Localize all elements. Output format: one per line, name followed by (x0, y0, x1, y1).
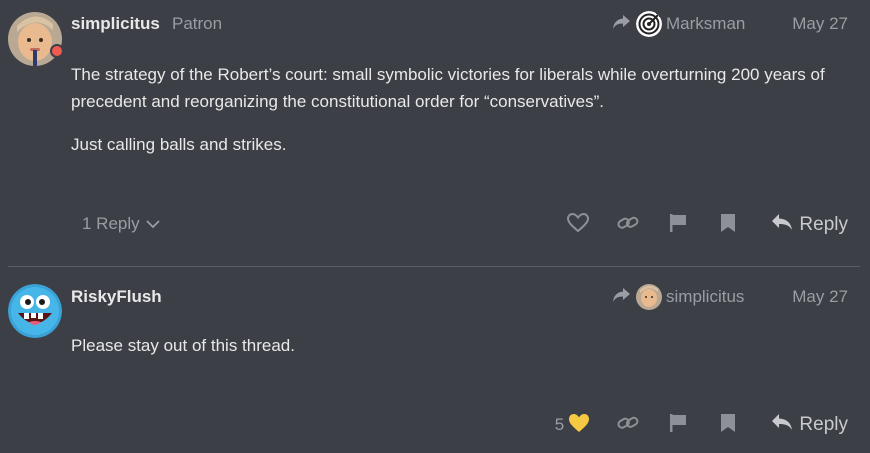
reply-arrow-icon (612, 14, 632, 35)
bookmark-icon (720, 413, 736, 438)
copy-link-button[interactable] (603, 210, 653, 240)
post-paragraph: The strategy of the Robert’s court: smal… (71, 65, 825, 111)
flag-button[interactable] (653, 410, 703, 440)
post-paragraph: Just calling balls and strikes. (71, 135, 287, 154)
reply-to-name: Marksman (666, 14, 746, 33)
like-button[interactable] (553, 210, 603, 240)
reply-label: Reply (799, 414, 848, 435)
status-dot (50, 44, 64, 58)
heart-outline-icon (567, 212, 590, 238)
post: simplicitus Patron Marksman May 27 The s… (0, 0, 870, 266)
avatar[interactable] (8, 284, 62, 338)
like-button[interactable]: 5 (541, 410, 603, 440)
replies-count: 1 Reply (82, 214, 140, 233)
reply-button[interactable]: Reply (771, 413, 848, 437)
reply-to-name: simplicitus (666, 287, 745, 306)
bookmark-icon (720, 213, 736, 238)
flag-button[interactable] (653, 210, 703, 240)
username[interactable]: simplicitus (71, 14, 160, 34)
like-count: 5 (554, 415, 565, 434)
flag-icon (669, 213, 687, 238)
user-title: Patron (172, 14, 223, 33)
post-date[interactable]: May 27 (792, 287, 848, 307)
user-avatar-icon (636, 284, 662, 310)
post: RiskyFlush simplicitus May 27 Please sta… (0, 268, 870, 453)
avatar[interactable] (8, 12, 62, 66)
reply-to-tab[interactable]: simplicitus (612, 284, 744, 310)
post-divider (8, 266, 860, 267)
username[interactable]: RiskyFlush (71, 287, 162, 307)
chevron-down-icon (146, 214, 160, 234)
reply-label: Reply (799, 214, 848, 235)
bookmark-button[interactable] (703, 410, 753, 440)
reply-arrow-icon (612, 287, 632, 308)
copy-link-button[interactable] (603, 410, 653, 440)
link-icon (617, 415, 639, 436)
reply-icon (771, 413, 793, 437)
reply-button[interactable]: Reply (771, 213, 848, 237)
post-paragraph: Please stay out of this thread. (71, 336, 295, 355)
reply-to-tab[interactable]: Marksman (612, 11, 745, 37)
post-controls: 5 Reply (541, 410, 848, 440)
flag-icon (669, 413, 687, 438)
post-controls: Reply (553, 210, 848, 240)
bookmark-button[interactable] (703, 210, 753, 240)
post-date[interactable]: May 27 (792, 14, 848, 34)
reply-icon (771, 213, 793, 237)
show-replies-button[interactable]: 1 Reply (82, 214, 160, 234)
target-icon (636, 11, 662, 37)
link-icon (617, 215, 639, 236)
heart-filled-icon (568, 413, 590, 438)
